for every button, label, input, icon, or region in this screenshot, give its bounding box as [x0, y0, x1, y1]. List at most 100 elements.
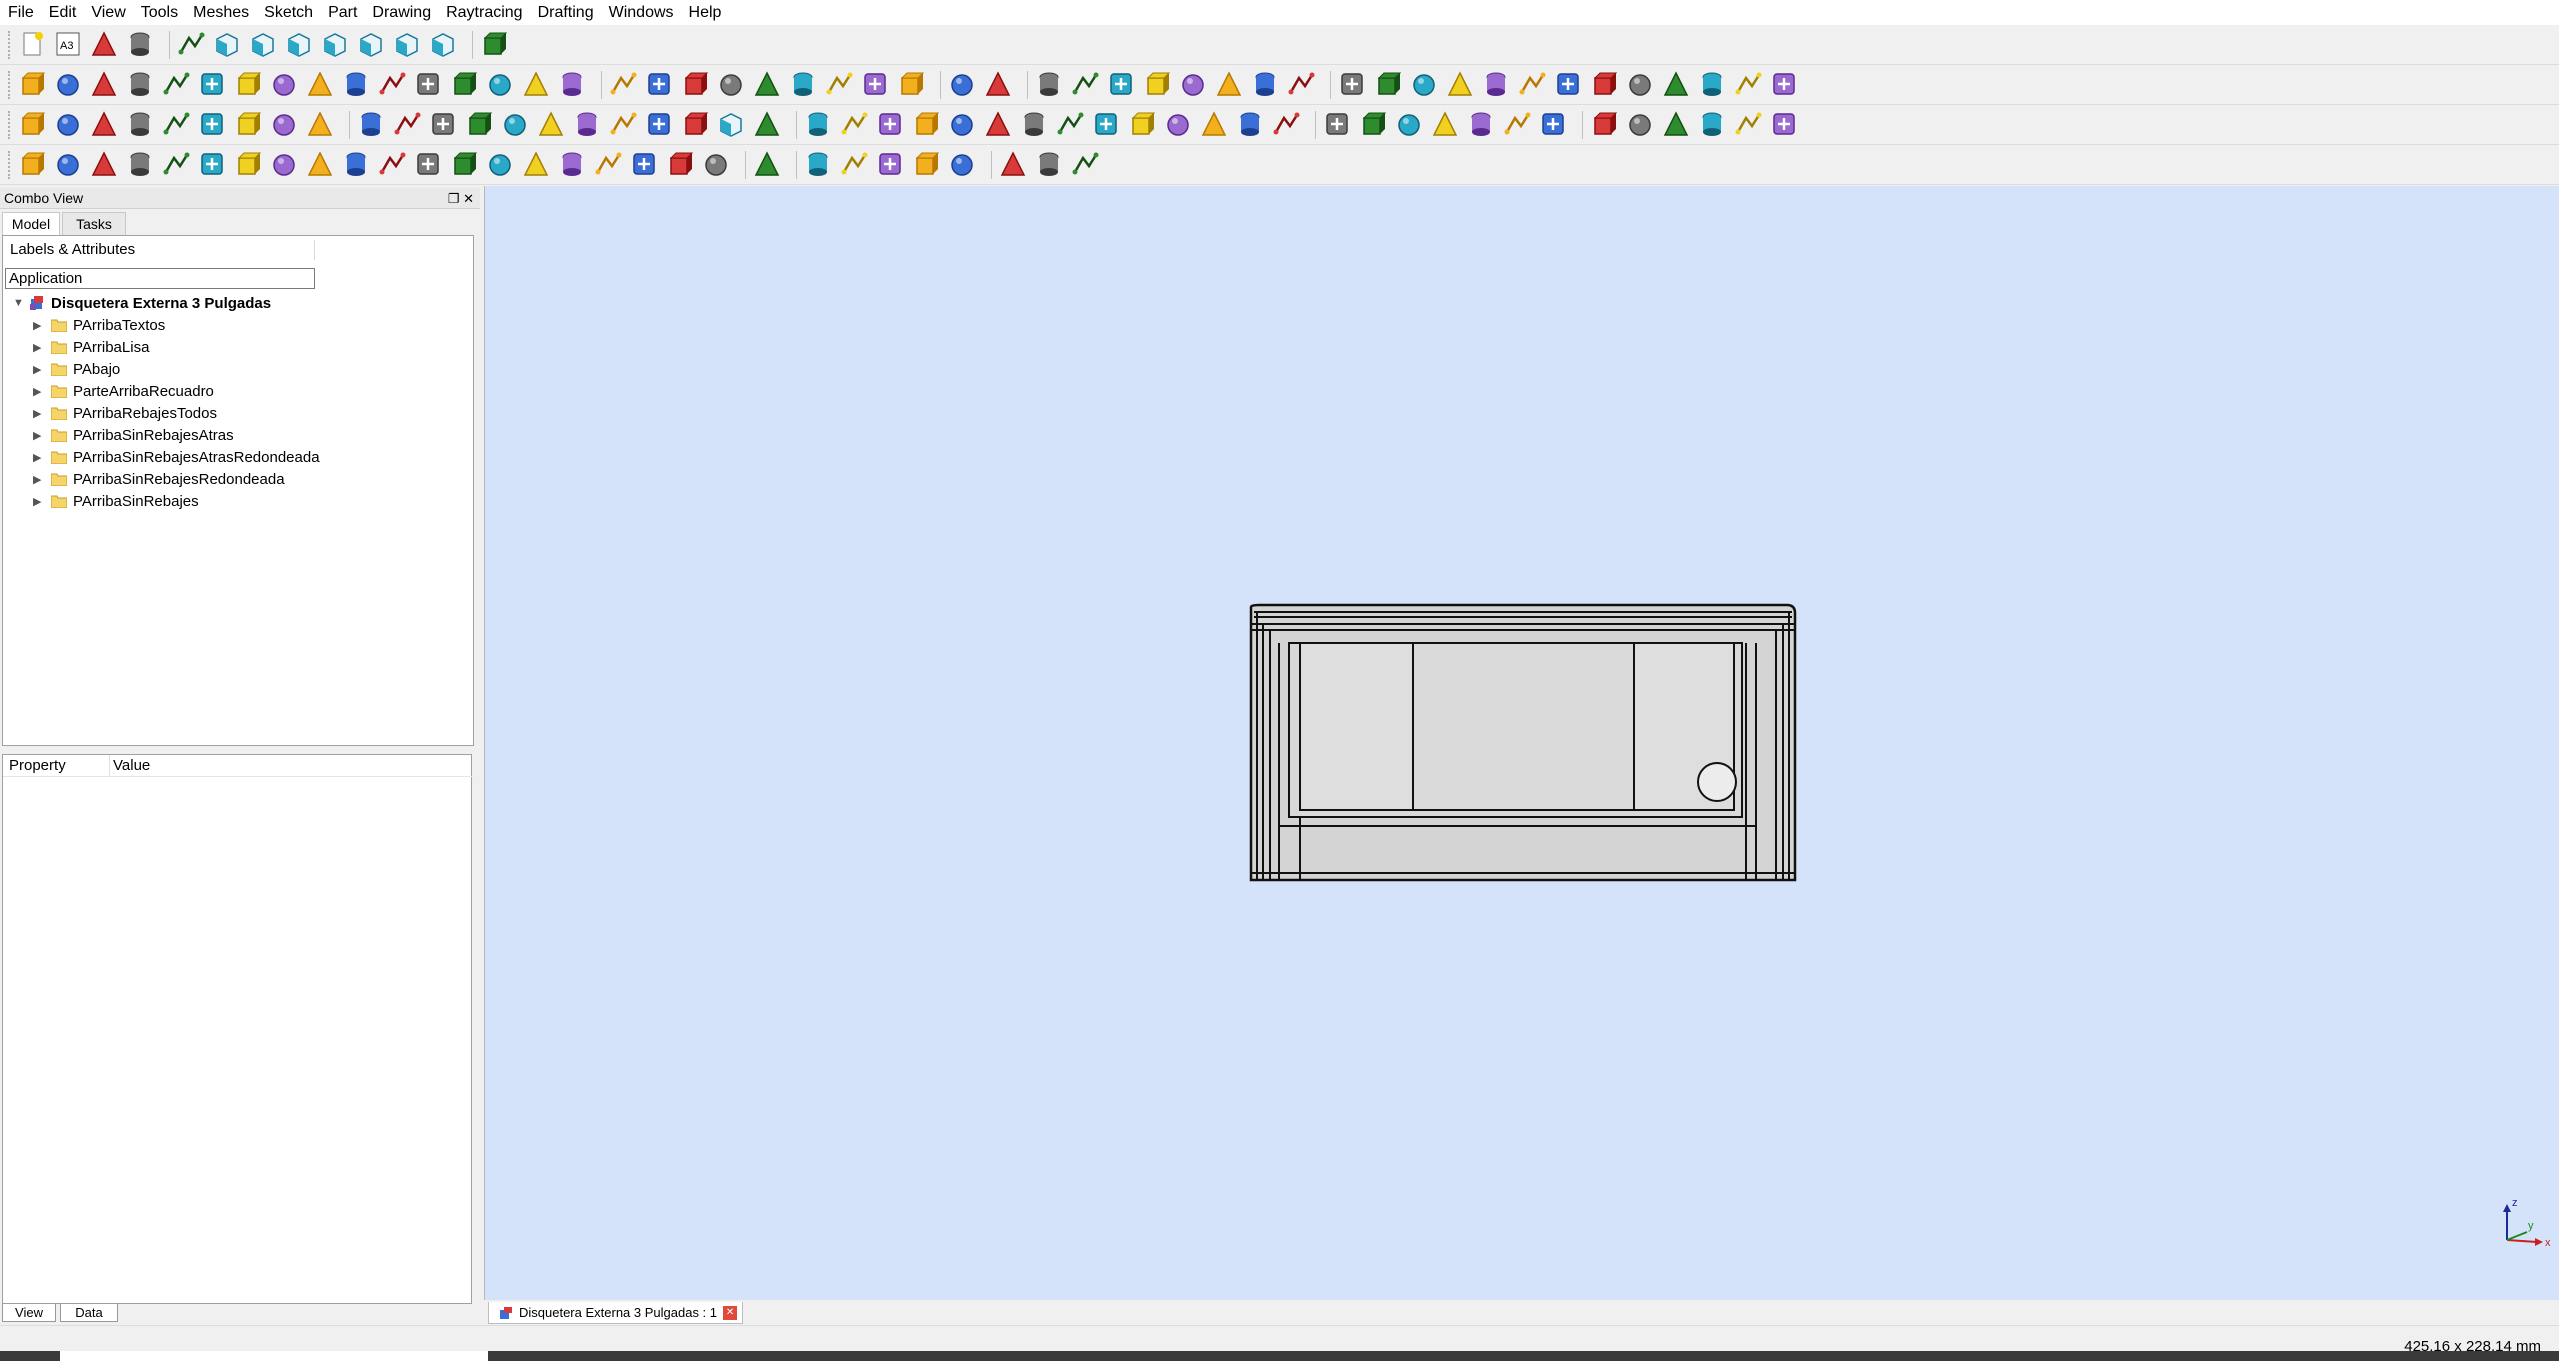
thickness-icon[interactable] — [681, 70, 710, 99]
mesh-from-shape-icon[interactable] — [1626, 110, 1655, 139]
tree-item[interactable]: ▶ PArribaRebajesTodos — [33, 402, 217, 424]
tab-data[interactable]: Data — [60, 1304, 118, 1322]
menu-tools[interactable]: Tools — [141, 4, 178, 22]
rectangle-icon[interactable] — [1215, 70, 1244, 99]
move-icon[interactable] — [357, 110, 386, 139]
polyline-icon[interactable] — [1071, 70, 1100, 99]
combo-view-buttons[interactable]: ❐ ✕ — [448, 188, 474, 209]
raytrace-part-icon[interactable] — [1359, 110, 1388, 139]
expand-arrow-icon[interactable]: ▶ — [33, 341, 47, 354]
mesh-analyze-icon[interactable] — [1662, 110, 1691, 139]
sphere-primitive-icon[interactable] — [1590, 70, 1619, 99]
angle-icon[interactable] — [1272, 110, 1301, 139]
fillet-icon[interactable] — [486, 70, 515, 99]
menu-meshes[interactable]: Meshes — [193, 4, 249, 22]
chamfer-icon[interactable] — [522, 70, 551, 99]
toggle-grid-icon[interactable] — [558, 150, 587, 179]
top-view-icon[interactable] — [285, 30, 314, 59]
downgrade-icon[interactable] — [537, 110, 566, 139]
expand-arrow-icon[interactable]: ▶ — [33, 319, 47, 332]
3d-viewport[interactable]: z x y — [484, 186, 2559, 1300]
document-tab[interactable]: Disquetera Externa 3 Pulgadas : 1 ✕ — [488, 1302, 743, 1324]
draft-select-icon[interactable] — [753, 150, 782, 179]
expand-arrow-icon[interactable]: ▶ — [33, 363, 47, 376]
shape-builder-icon[interactable] — [717, 70, 746, 99]
cube-icon[interactable] — [18, 70, 47, 99]
toolbar-grip[interactable] — [8, 30, 12, 59]
snap-ortho-icon[interactable] — [414, 150, 443, 179]
box-primitive-icon[interactable] — [1410, 70, 1439, 99]
isometric-view-icon[interactable] — [213, 30, 242, 59]
menu-view[interactable]: View — [91, 4, 125, 22]
prism-icon[interactable] — [1698, 70, 1727, 99]
mesh-harmonize-icon[interactable] — [1698, 110, 1727, 139]
shape2dview-icon[interactable] — [717, 110, 746, 139]
cut-icon[interactable] — [234, 70, 263, 99]
raytrace-export-icon[interactable] — [1395, 110, 1424, 139]
array-icon[interactable] — [912, 150, 941, 179]
mesh-segments-icon[interactable] — [1770, 110, 1799, 139]
fuse-icon[interactable] — [270, 70, 299, 99]
check-geometry-icon[interactable] — [897, 70, 926, 99]
vertical-distance-icon[interactable] — [1164, 110, 1193, 139]
construction-icon[interactable] — [1374, 70, 1403, 99]
cone-icon[interactable] — [126, 70, 155, 99]
menu-edit[interactable]: Edit — [49, 4, 77, 22]
viewport-canvas[interactable]: z x y — [485, 186, 2559, 1300]
expand-arrow-icon[interactable]: ▶ — [33, 385, 47, 398]
delete-point-icon[interactable] — [681, 110, 710, 139]
heal-icon[interactable] — [1071, 150, 1100, 179]
tangent-constraint-icon[interactable] — [984, 110, 1013, 139]
tree-item[interactable]: ▶ PArribaSinRebajesAtrasRedondeada — [33, 446, 320, 468]
mesh-export-icon[interactable] — [1590, 110, 1619, 139]
toggle-display-icon[interactable] — [666, 150, 695, 179]
floppy-drive-model[interactable] — [1249, 603, 1797, 882]
tree-item[interactable]: ▶ PArribaSinRebajes — [33, 490, 199, 512]
fillet-constraint-icon[interactable] — [804, 110, 833, 139]
snap-workingplane-icon[interactable] — [486, 150, 515, 179]
boolean-icon[interactable] — [198, 70, 227, 99]
expand-arrow-icon[interactable]: ▶ — [33, 473, 47, 486]
tube-icon[interactable] — [1554, 70, 1583, 99]
wire-icon[interactable] — [54, 110, 83, 139]
expand-arrow-icon[interactable]: ▶ — [33, 429, 47, 442]
line-icon[interactable] — [18, 110, 47, 139]
scale-icon[interactable] — [573, 110, 602, 139]
snap-dimensions-icon[interactable] — [522, 150, 551, 179]
snap-near-icon[interactable] — [378, 150, 407, 179]
wireframe-icon[interactable] — [804, 150, 833, 179]
compound-icon[interactable] — [789, 70, 818, 99]
bottom-view-icon[interactable] — [393, 30, 422, 59]
expand-arrow-icon[interactable]: ▶ — [33, 407, 47, 420]
mesh-import-icon[interactable] — [1539, 110, 1568, 139]
snap-lock-icon[interactable] — [18, 150, 47, 179]
helix-icon[interactable] — [1734, 70, 1763, 99]
loft-icon[interactable] — [558, 70, 587, 99]
symmetric-constraint-icon[interactable] — [1056, 110, 1085, 139]
revolve-icon[interactable] — [414, 70, 443, 99]
new-drawing-icon[interactable] — [948, 70, 977, 99]
menu-file[interactable]: File — [8, 4, 34, 22]
export-page-icon[interactable] — [984, 70, 1013, 99]
distance-icon[interactable] — [1200, 110, 1229, 139]
application-field[interactable]: Application — [5, 268, 315, 289]
new-document-icon[interactable] — [18, 30, 47, 59]
draft-rectangle-icon[interactable] — [162, 110, 191, 139]
tree-item[interactable]: ▶ PArribaLisa — [33, 336, 149, 358]
snap-midpoint-icon[interactable] — [90, 150, 119, 179]
primitives-icon[interactable] — [1446, 70, 1475, 99]
tree-item[interactable]: ▶ ParteArribaRecuadro — [33, 380, 214, 402]
toolbar-grip[interactable] — [8, 150, 12, 179]
menu-drawing[interactable]: Drawing — [372, 4, 431, 22]
point-icon[interactable] — [1035, 70, 1064, 99]
perpendicular-constraint-icon[interactable] — [948, 110, 977, 139]
draft-arc-icon[interactable] — [126, 110, 155, 139]
draft-bspline-icon[interactable] — [234, 110, 263, 139]
ellipsoid-icon[interactable] — [1626, 70, 1655, 99]
add-to-group-icon[interactable] — [702, 150, 731, 179]
sweep-icon[interactable] — [609, 70, 638, 99]
rotate-icon[interactable] — [393, 110, 422, 139]
snap-extension-icon[interactable] — [270, 150, 299, 179]
upgrade-icon[interactable] — [501, 110, 530, 139]
bspline-icon[interactable] — [1179, 70, 1208, 99]
